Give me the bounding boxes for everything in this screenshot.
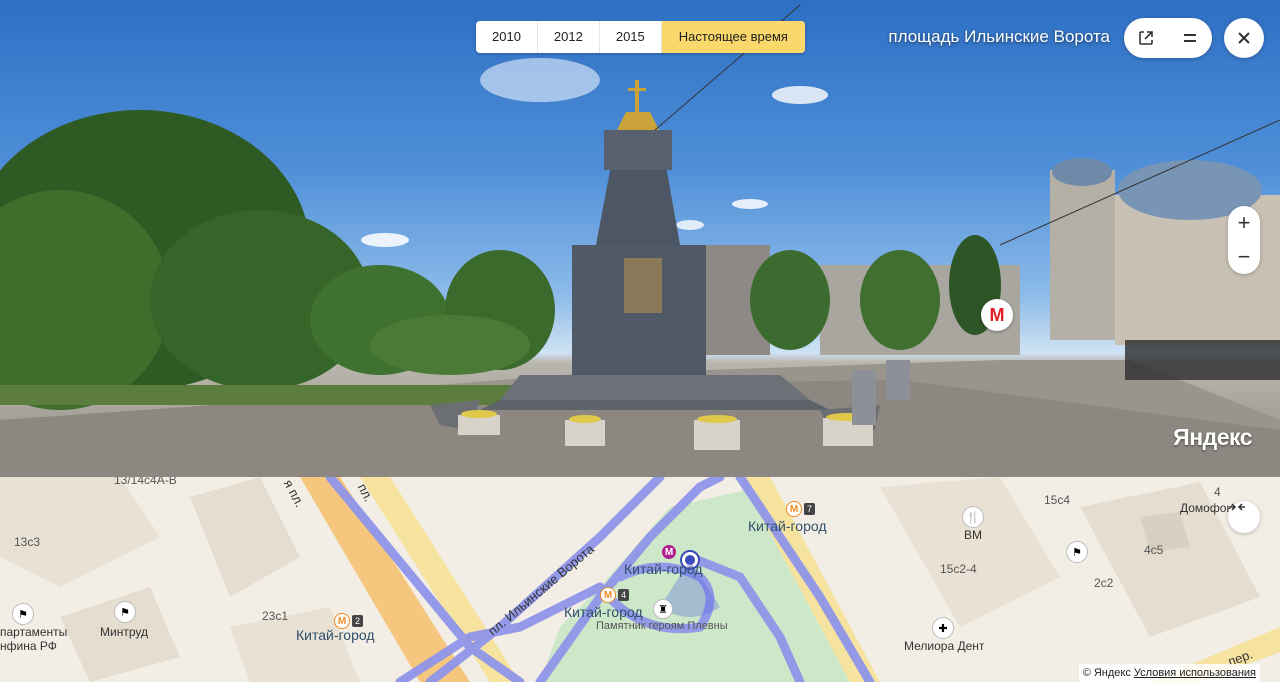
zoom-control: + − — [1228, 206, 1260, 274]
metro-station-label: Китай-город — [296, 627, 375, 643]
metro-badge[interactable]: М — [662, 545, 676, 559]
metro-line-number: 2 — [352, 615, 364, 627]
metro-station-label: Китай-город — [748, 518, 827, 534]
dental-icon[interactable]: ✚ — [932, 617, 954, 639]
poi-label: Мелиора Дент — [904, 639, 985, 653]
year-2010-button[interactable]: 2010 — [476, 21, 538, 53]
building-label: 15с2-4 — [940, 562, 977, 576]
monument-icon[interactable]: ♜ — [653, 599, 673, 619]
metro-marker[interactable]: М — [981, 299, 1013, 331]
metro-icon: М — [786, 501, 802, 517]
metro-icon: М — [662, 545, 676, 559]
building-label: 13с3 — [14, 535, 41, 549]
metro-line-number: 7 — [804, 503, 816, 515]
collapse-icon — [1229, 503, 1245, 511]
building-label: 13/14с4А-В — [114, 477, 177, 487]
metro-badge[interactable]: М 7 — [786, 501, 816, 517]
building-label: 23с1 — [262, 609, 289, 623]
year-selector: 2010 2012 2015 Настоящее время — [476, 21, 805, 53]
layout-toggle-button[interactable] — [1168, 18, 1212, 58]
building-label: 4с5 — [1144, 543, 1164, 557]
poi-label: нфина РФ — [0, 639, 57, 653]
poi-label: партаменты — [0, 625, 68, 639]
zoom-in-button[interactable]: + — [1228, 206, 1260, 240]
metro-station-label: Китай-город — [564, 604, 643, 620]
restaurant-icon[interactable]: 🍴 — [962, 506, 984, 528]
poi-label: Домофон — [1180, 501, 1234, 515]
copyright-text: © Яндекс — [1082, 667, 1131, 679]
flag-icon[interactable]: ⚑ — [114, 601, 136, 623]
flag-icon[interactable]: ⚑ — [1066, 541, 1088, 563]
flag-icon[interactable]: ⚑ — [12, 603, 34, 625]
current-time-button[interactable]: Настоящее время — [661, 21, 805, 53]
external-link-icon — [1139, 31, 1153, 45]
poi-label: Памятник героям Плевны — [596, 620, 728, 632]
panorama-view[interactable]: 2010 2012 2015 Настоящее время площадь И… — [0, 0, 1280, 477]
metro-icon: М — [989, 304, 1005, 325]
terms-link[interactable]: Условия использования — [1134, 667, 1256, 679]
collapse-map-button[interactable] — [1228, 501, 1260, 533]
close-button[interactable] — [1224, 18, 1264, 58]
building-label: 4 — [1214, 485, 1221, 499]
yandex-logo: Яндекс — [1173, 424, 1252, 450]
zoom-out-button[interactable]: − — [1228, 240, 1260, 274]
metro-badge[interactable]: М 4 — [600, 587, 630, 603]
metro-station-label: Китай-город — [624, 561, 703, 577]
map-canvas — [0, 477, 1280, 682]
place-title: площадь Ильинские Ворота — [888, 27, 1110, 46]
metro-line-number: 4 — [618, 589, 630, 601]
metro-icon: М — [600, 587, 616, 603]
building-label: 2с2 — [1094, 576, 1114, 590]
copyright-bar: © Яндекс Условия использования — [1078, 664, 1260, 682]
year-2012-button[interactable]: 2012 — [538, 21, 600, 53]
poi-label: Минтруд — [100, 625, 148, 639]
panorama-image — [0, 4, 1280, 477]
year-2015-button[interactable]: 2015 — [600, 21, 662, 53]
mini-map[interactable]: 13/14с4А-В 13с3 23с1 15с4 4 4с5 2с2 15с2… — [0, 477, 1280, 682]
building-label: 15с4 — [1044, 493, 1071, 507]
equals-icon — [1184, 34, 1196, 42]
close-icon — [1238, 32, 1250, 44]
panorama-controls — [1124, 18, 1212, 58]
share-button[interactable] — [1124, 18, 1168, 58]
poi-label: ВМ — [964, 528, 982, 542]
